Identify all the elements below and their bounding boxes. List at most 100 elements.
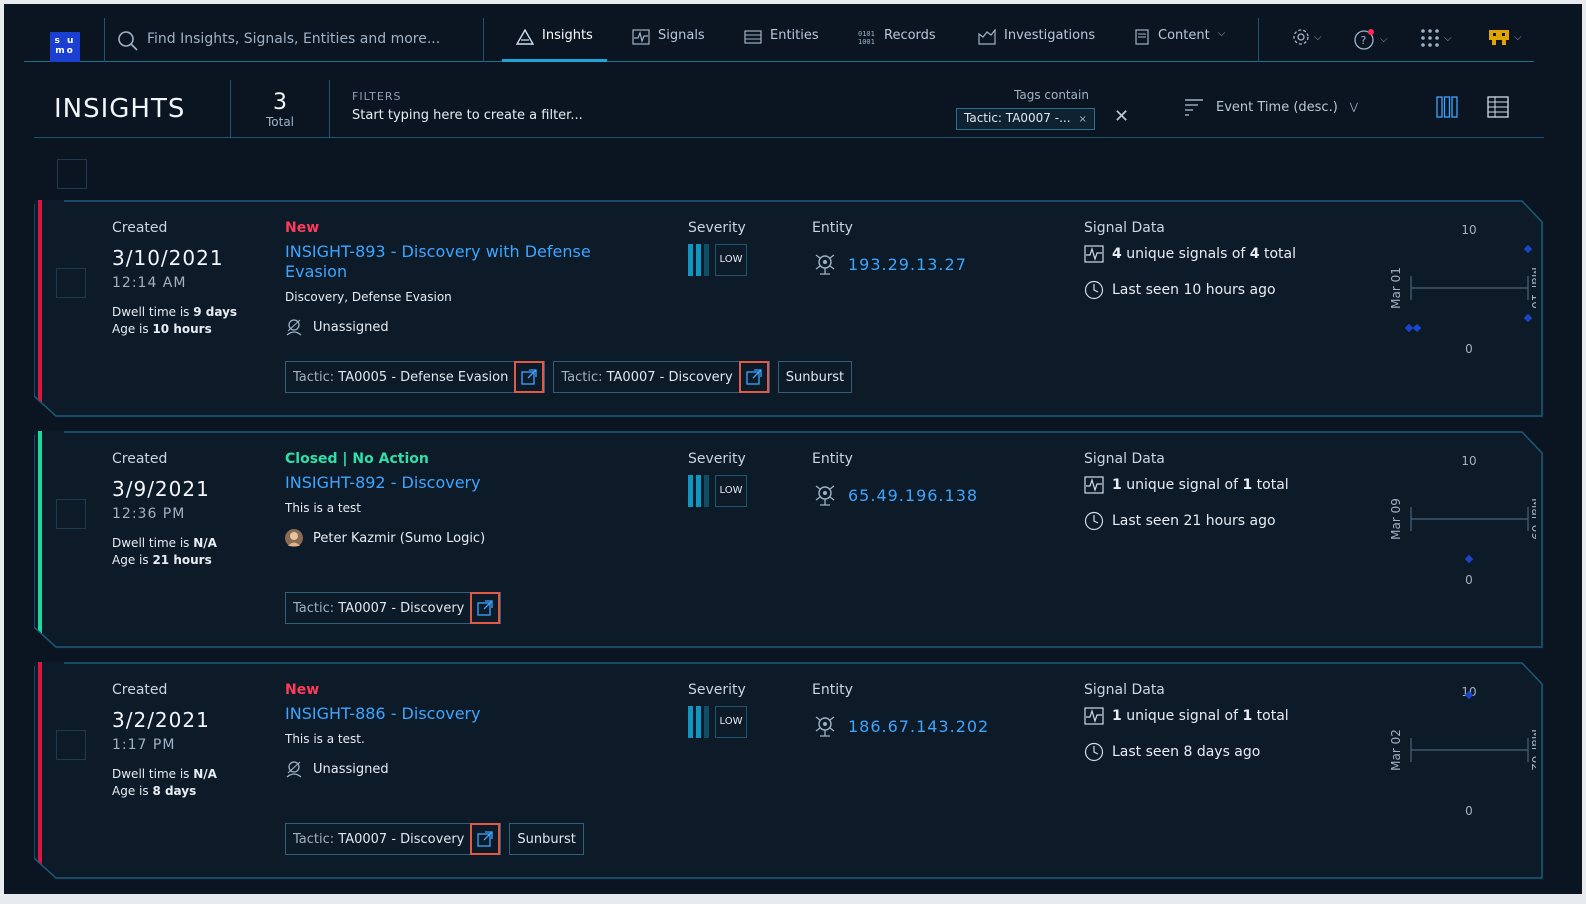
signals-total: 4 (1249, 246, 1260, 262)
global-search[interactable]: Find Insights, Signals, Entities and mor… (104, 18, 484, 62)
insight-card[interactable]: Created 3/2/2021 1:17 PM Dwell time is N/A A… (34, 662, 1544, 880)
entity-link[interactable]: 186.67.143.202 (812, 714, 989, 738)
tag[interactable]: Tactic: TA0007 - Discovery (553, 361, 770, 393)
insight-card[interactable]: Created 3/9/2021 12:36 PM Dwell time is N/A… (34, 431, 1544, 649)
close-icon[interactable]: × (1079, 114, 1087, 125)
severity-bar (688, 475, 693, 507)
signals-suffix: total (1252, 708, 1289, 724)
search-icon (117, 30, 139, 56)
age: Age is 21 hours (112, 552, 217, 569)
settings-menu[interactable]: ⌵ (1292, 28, 1322, 46)
entity-link[interactable]: 65.49.196.138 (812, 483, 978, 507)
card-view-button[interactable] (1436, 96, 1458, 122)
user-menu[interactable]: ⌵ (1488, 28, 1522, 46)
tag-list: Tactic: TA0007 - Discovery Sunburst (285, 823, 584, 855)
signals-suffix: total (1259, 246, 1296, 262)
age-value: 21 hours (152, 553, 212, 567)
assignee[interactable]: Unassigned (285, 318, 389, 336)
tab-content[interactable]: Content ⌵ (1134, 28, 1225, 62)
chart-point[interactable] (1404, 323, 1414, 333)
help-menu[interactable]: ? ⌵ (1354, 28, 1388, 50)
tag[interactable]: Sunburst (777, 361, 853, 393)
insight-title-link[interactable]: INSIGHT-892 - Discovery (285, 473, 625, 493)
tag-link-button[interactable] (470, 823, 501, 855)
severity-value: LOW (715, 244, 747, 276)
last-seen: Last seen 8 days ago (1084, 742, 1260, 762)
insight-title-link[interactable]: INSIGHT-893 - Discovery with Defense Eva… (285, 242, 625, 282)
select-checkbox[interactable] (56, 499, 86, 529)
signals-mid: unique signals of (1121, 246, 1250, 262)
tab-entities[interactable]: Entities (744, 28, 819, 62)
unassigned-user-icon (286, 761, 302, 778)
select-all-checkbox[interactable] (57, 159, 87, 189)
chart-point[interactable] (1412, 323, 1422, 333)
chart-x-start: Mar 09 (1389, 498, 1403, 540)
assignee[interactable]: Peter Kazmir (Sumo Logic) (285, 529, 485, 547)
tag-link-button[interactable] (514, 361, 545, 393)
tag-key: Tactic: (293, 600, 335, 616)
tab-records[interactable]: 0101 1001 Records (858, 28, 936, 62)
chevron-down-icon: ⌵ (1444, 32, 1452, 44)
total-counter: 3 Total (230, 80, 330, 138)
severity-label: Severity (688, 220, 746, 236)
tag-label: Tactic: TA0007 - Discovery (554, 370, 738, 385)
signal-count-text: 4 unique signals of 4 total (1112, 246, 1296, 262)
severity-bar (688, 706, 693, 738)
tag-value: TA0007 - Discovery (334, 831, 465, 847)
signal-count: 4 unique signals of 4 total (1084, 245, 1296, 263)
unassigned-user-icon (286, 319, 302, 336)
sort-dropdown[interactable]: Event Time (desc.) ⋁ (1184, 98, 1358, 116)
insight-title-link[interactable]: INSIGHT-886 - Discovery (285, 704, 625, 724)
table-view-button[interactable] (1487, 96, 1509, 122)
filter-input[interactable]: Start typing here to create a filter... (352, 108, 583, 123)
tag[interactable]: Tactic: TA0005 - Defense Evasion (285, 361, 546, 393)
tag-link-button[interactable] (738, 361, 769, 393)
chart-point[interactable] (1464, 554, 1474, 564)
severity-label: Severity (688, 451, 746, 467)
clear-filters-button[interactable]: ✕ (1114, 106, 1129, 127)
assignee-name: Unassigned (313, 761, 389, 777)
status-badge: Closed | No Action (285, 451, 429, 467)
tag-link-button[interactable] (470, 592, 501, 624)
entities-icon (744, 30, 762, 44)
status-stripe (38, 431, 42, 641)
gear-icon (1293, 29, 1309, 45)
signal-timeline-chart: 10 0 Mar 09 Mar 09 (1389, 454, 1536, 587)
tab-label: Content (1158, 28, 1210, 43)
logo-text-top: s u (54, 36, 76, 46)
select-checkbox[interactable] (56, 268, 86, 298)
entity-link[interactable]: 193.29.13.27 (812, 252, 967, 276)
created-time: 12:14 AM (112, 275, 187, 291)
search-input[interactable]: Find Insights, Signals, Entities and mor… (147, 31, 440, 47)
signals-icon (632, 29, 650, 45)
signals-mid: unique signal of (1121, 708, 1243, 724)
table-icon (1487, 96, 1509, 118)
tag[interactable]: Tactic: TA0007 - Discovery (285, 823, 502, 855)
age-prefix: Age is (112, 553, 153, 567)
tag[interactable]: Tactic: TA0007 - Discovery (285, 592, 502, 624)
chart-point[interactable] (1523, 313, 1533, 323)
tag[interactable]: Sunburst (509, 823, 584, 855)
created-label: Created (112, 682, 168, 698)
tab-signals[interactable]: Signals (632, 28, 705, 62)
severity-bar (696, 706, 701, 738)
insight-description: This is a test. (285, 732, 365, 746)
tab-investigations[interactable]: Investigations (978, 28, 1095, 62)
chart-point[interactable] (1523, 244, 1533, 254)
signals-unique: 1 (1112, 708, 1122, 724)
last-seen: Last seen 10 hours ago (1084, 280, 1276, 300)
tag-filter-chip[interactable]: Tactic: TA0007 -... × (956, 108, 1095, 130)
sumo-logo[interactable]: s u mo (50, 32, 80, 62)
signals-icon (1084, 476, 1104, 494)
select-checkbox[interactable] (56, 730, 86, 760)
records-icon: 01011001 (858, 30, 875, 45)
tag-value: Sunburst (517, 831, 576, 847)
tab-insights[interactable]: Insights (502, 28, 607, 62)
insight-card[interactable]: Created 3/10/2021 12:14 AM Dwell time is 9 … (34, 200, 1544, 418)
age-value: 10 hours (152, 322, 212, 336)
apps-menu[interactable]: ⌵ (1420, 28, 1452, 48)
severity-meter: LOW (688, 475, 747, 507)
help-icon: ? (1354, 29, 1374, 50)
severity-label: Severity (688, 682, 746, 698)
assignee[interactable]: Unassigned (285, 760, 389, 778)
